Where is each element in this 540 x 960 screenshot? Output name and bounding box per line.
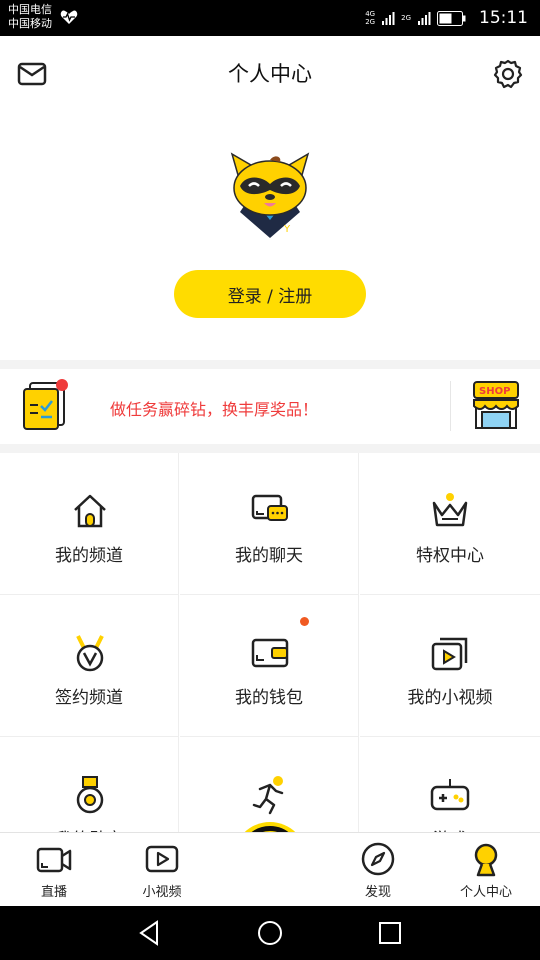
- svg-text:Y: Y: [283, 224, 291, 235]
- login-register-button[interactable]: 登录 / 注册: [174, 270, 366, 318]
- profile-section: Y 登录 / 注册: [0, 110, 540, 360]
- grid-item-my-chat[interactable]: 我的聊天: [180, 453, 359, 595]
- wallet-icon: [251, 638, 289, 668]
- carrier-2: 中国移动: [8, 17, 52, 30]
- home-icon: [74, 494, 106, 528]
- runner-icon: [252, 776, 284, 815]
- grid-item-sport[interactable]: 运动: [180, 737, 359, 833]
- grid-item-label: 我的聊天: [235, 546, 303, 566]
- task-list-icon: [23, 379, 68, 430]
- health-heart-icon: [60, 10, 78, 24]
- grid-item-label: 签约频道: [55, 688, 123, 708]
- system-nav-bar: [0, 906, 540, 960]
- grid-item-my-wallet[interactable]: 我的钱包: [180, 595, 359, 737]
- status-bar: 中国电信 中国移动 4G 2G 2G 15:11: [0, 0, 540, 36]
- tab-label: 小视频: [142, 885, 182, 900]
- crown-icon: [432, 493, 468, 527]
- banner-text: 做任务赢碎钻，换丰厚奖品！: [110, 400, 319, 419]
- carrier-1: 中国电信: [8, 3, 52, 16]
- home-button-icon[interactable]: [255, 918, 285, 948]
- status-right: 4G 2G 2G 15:11: [365, 0, 528, 36]
- app-header: 个人中心: [0, 36, 540, 110]
- tab-live[interactable]: 直播: [0, 833, 108, 907]
- recents-icon[interactable]: [375, 918, 405, 948]
- tab-label: 个人中心: [459, 885, 512, 900]
- wallet-notification-dot: [300, 617, 309, 626]
- page-title: 个人中心: [228, 62, 312, 86]
- medal-v-icon: [76, 635, 104, 672]
- grid-item-my-badge[interactable]: 我的勋章: [0, 737, 179, 833]
- grid-item-my-short-video[interactable]: 我的小视频: [360, 595, 540, 737]
- shop-sign-text: SHOP: [479, 386, 510, 397]
- back-icon[interactable]: [135, 918, 165, 948]
- signal-icon: [382, 12, 395, 25]
- grid-item-label: 我的频道: [55, 546, 123, 566]
- gamepad-icon: [430, 779, 470, 811]
- shop-icon[interactable]: SHOP: [468, 378, 524, 434]
- compass-icon: [361, 842, 395, 876]
- tab-discover[interactable]: 发现: [324, 833, 432, 907]
- bottom-tab-bar: 直播 小视频 发现 个人中心: [0, 832, 540, 907]
- grid-item-privilege-center[interactable]: 特权中心: [360, 453, 540, 595]
- tab-short-video[interactable]: 小视频: [108, 833, 216, 907]
- video-icon: [431, 637, 468, 671]
- banner-divider: [450, 381, 451, 431]
- grid-item-my-channel[interactable]: 我的频道: [0, 453, 179, 595]
- clock: 15:11: [479, 8, 528, 28]
- network-4g: 4G 2G: [365, 10, 376, 26]
- camera-icon: [36, 847, 72, 873]
- tab-profile[interactable]: 个人中心: [432, 833, 540, 907]
- battery-icon: [437, 10, 466, 26]
- network-2g: 2G: [401, 14, 411, 22]
- grid-item-label: 特权中心: [416, 546, 484, 566]
- profile-icon: [474, 843, 498, 877]
- play-icon: [145, 845, 179, 873]
- feature-grid: 我的频道 我的聊天 特权中心 签约频道 我的钱包 我的小视频: [0, 453, 540, 833]
- carrier-info: 中国电信 中国移动: [8, 3, 52, 31]
- grid-item-game[interactable]: 游戏: [360, 737, 540, 833]
- raccoon-mascot-avatar[interactable]: Y: [226, 150, 314, 242]
- tab-label: 直播: [40, 885, 67, 900]
- chat-icon: [251, 494, 288, 521]
- grid-item-signed-channel[interactable]: 签约频道: [0, 595, 179, 737]
- signal-icon-2: [418, 12, 431, 25]
- settings-icon[interactable]: [492, 58, 524, 90]
- tab-label: 发现: [364, 885, 391, 900]
- grid-item-label: 我的小视频: [407, 688, 493, 708]
- task-banner[interactable]: 做任务赢碎钻，换丰厚奖品！ SHOP: [0, 369, 540, 444]
- badge-icon: [76, 776, 104, 814]
- grid-item-label: 我的钱包: [235, 688, 303, 708]
